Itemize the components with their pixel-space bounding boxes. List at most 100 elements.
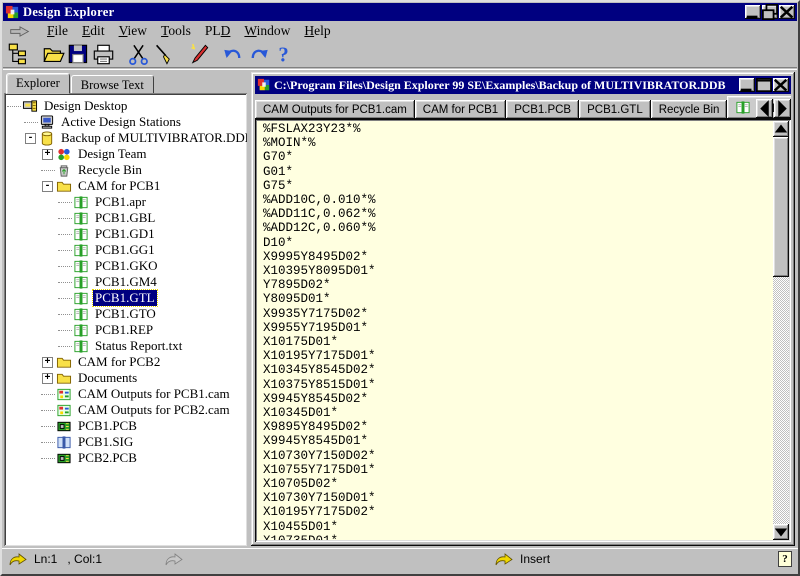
doc-tab-recycle-bin[interactable]: Recycle Bin (651, 100, 728, 119)
expand-plus-icon[interactable]: + (42, 373, 53, 384)
tree-item-label: Active Design Stations (59, 114, 183, 130)
tab-scroll-left-button[interactable] (756, 99, 773, 118)
tree-item-cam-outputs-for-pcb1-cam[interactable]: CAM Outputs for PCB1.cam (7, 386, 244, 402)
scrollbar-thumb[interactable] (773, 137, 789, 277)
undo-button[interactable] (221, 43, 246, 66)
tree-indent (7, 218, 58, 219)
window-minimize-button[interactable] (745, 5, 761, 19)
window-restore-button[interactable] (762, 5, 778, 19)
document-title: C:\Program Files\Design Explorer 99 SE\E… (274, 78, 735, 93)
scroll-up-button[interactable] (773, 121, 789, 137)
tree-item-label: PCB2.PCB (76, 450, 139, 466)
gerber-doc-icon (73, 323, 89, 338)
scroll-down-button[interactable] (773, 524, 789, 540)
collapse-minus-icon[interactable]: - (42, 181, 53, 192)
tree-dotted-line (58, 314, 72, 315)
pen-button[interactable] (186, 43, 211, 66)
menu-window[interactable]: Window (237, 22, 297, 40)
tree-item-label: CAM for PCB1 (76, 178, 162, 194)
tab-scroll-right-button[interactable] (774, 99, 791, 118)
explorer-panel-tabs: ExplorerBrowse Text (4, 72, 247, 93)
tree-item-backup-of-multivibrator-ddb[interactable]: -Backup of MULTIVIBRATOR.DDB (7, 130, 244, 146)
panel-tab-explorer[interactable]: Explorer (6, 73, 70, 94)
tree-item-pcb1-gko[interactable]: PCB1.GKO (7, 258, 244, 274)
document-maximize-button[interactable] (756, 78, 772, 92)
collapse-minus-icon[interactable]: - (25, 133, 36, 144)
tree-item-pcb1-apr[interactable]: PCB1.apr (7, 194, 244, 210)
help-button[interactable]: ? (271, 43, 296, 66)
expand-plus-icon[interactable]: + (42, 149, 53, 160)
tree-item-pcb1-gbl[interactable]: PCB1.GBL (7, 210, 244, 226)
tree-item-recycle-bin[interactable]: Recycle Bin (7, 162, 244, 178)
tree-dotted-line (41, 394, 55, 395)
tree-item-pcb1-gtl[interactable]: PCB1.GTL (7, 290, 244, 306)
tree-item-pcb1-rep[interactable]: PCB1.REP (7, 322, 244, 338)
workstation-icon (39, 115, 55, 130)
probe-button[interactable] (151, 43, 176, 66)
tree-item-pcb1-gd1[interactable]: PCB1.GD1 (7, 226, 244, 242)
vertical-scrollbar[interactable] (773, 121, 789, 540)
panel-tab-browse-text[interactable]: Browse Text (71, 75, 154, 93)
scrollbar-track[interactable] (773, 137, 789, 524)
tree-item-pcb1-gto[interactable]: PCB1.GTO (7, 306, 244, 322)
tree-item-status-report-txt[interactable]: Status Report.txt (7, 338, 244, 354)
tree-item-documents[interactable]: +Documents (7, 370, 244, 386)
design-manager-button[interactable] (6, 43, 31, 66)
tree-connector (58, 258, 73, 274)
sig-doc-icon (56, 435, 72, 450)
tab-scrollers (755, 99, 791, 118)
close-icon (779, 5, 795, 19)
gerber-doc-icon (73, 339, 89, 354)
menu-view[interactable]: View (112, 22, 154, 40)
tree-connector (24, 114, 39, 130)
menu-file[interactable]: File (40, 22, 75, 40)
menu-pld[interactable]: PLD (198, 22, 238, 40)
tree-item-pcb1-pcb[interactable]: PCB1.PCB (7, 418, 244, 434)
tree-item-pcb2-pcb[interactable]: PCB2.PCB (7, 450, 244, 466)
gerber-text-editor[interactable]: %FSLAX23Y23*% %MOIN*% G70* G01* G75* %AD… (257, 121, 773, 540)
tree-connector (58, 306, 73, 322)
tree-connector (41, 402, 56, 418)
tree-dotted-line (41, 410, 55, 411)
save-button[interactable] (66, 43, 91, 66)
tree-item-label: PCB1.GM4 (93, 274, 159, 290)
doc-tab-pcb1-pcb[interactable]: PCB1.PCB (506, 100, 579, 119)
save-icon (67, 43, 90, 66)
tree-dotted-line (58, 234, 72, 235)
tree-item-label: PCB1.GG1 (93, 242, 157, 258)
tree-item-pcb1-gg1[interactable]: PCB1.GG1 (7, 242, 244, 258)
tree-item-active-design-stations[interactable]: Active Design Stations (7, 114, 244, 130)
menu-tools[interactable]: Tools (154, 22, 198, 40)
tree-item-pcb1-sig[interactable]: PCB1.SIG (7, 434, 244, 450)
tree-dotted-line (58, 202, 72, 203)
document-close-button[interactable] (773, 78, 789, 92)
arrow-left-icon (756, 99, 773, 118)
tree-dotted-line (24, 122, 38, 123)
tree-item-cam-outputs-for-pcb2-cam[interactable]: CAM Outputs for PCB2.cam (7, 402, 244, 418)
window-close-button[interactable] (779, 5, 795, 19)
tree-indent (7, 394, 41, 395)
doc-tab-cam-outputs-for-pcb1-cam[interactable]: CAM Outputs for PCB1.cam (255, 100, 415, 119)
open-folder-icon (42, 43, 65, 66)
pcb-doc-icon (56, 419, 72, 434)
open-folder-button[interactable] (41, 43, 66, 66)
expand-plus-icon[interactable]: + (42, 357, 53, 368)
menu-edit[interactable]: Edit (75, 22, 112, 40)
tree-item-cam-for-pcb1[interactable]: - CAM for PCB1 (7, 178, 244, 194)
tree-item-cam-for-pcb2[interactable]: +CAM for PCB2 (7, 354, 244, 370)
cut-icon (127, 43, 150, 66)
doc-tab-pcb1-gtl[interactable]: PCB1.GTL (579, 100, 651, 119)
cut-button[interactable] (126, 43, 151, 66)
redo-button[interactable] (246, 43, 271, 66)
menu-help[interactable]: Help (297, 22, 337, 40)
doc-tab-cam-for-pcb1[interactable]: CAM for PCB1 (415, 100, 506, 119)
tree-item-design-desktop[interactable]: Design Desktop (7, 98, 244, 114)
minimize-icon (739, 78, 755, 92)
svg-text:?: ? (278, 44, 288, 66)
print-button[interactable] (91, 43, 116, 66)
tree-item-design-team[interactable]: +Design Team (7, 146, 244, 162)
help-badge[interactable]: ? (778, 551, 792, 567)
document-minimize-button[interactable] (739, 78, 755, 92)
cam-doc-icon (56, 387, 72, 402)
tree-item-pcb1-gm4[interactable]: PCB1.GM4 (7, 274, 244, 290)
